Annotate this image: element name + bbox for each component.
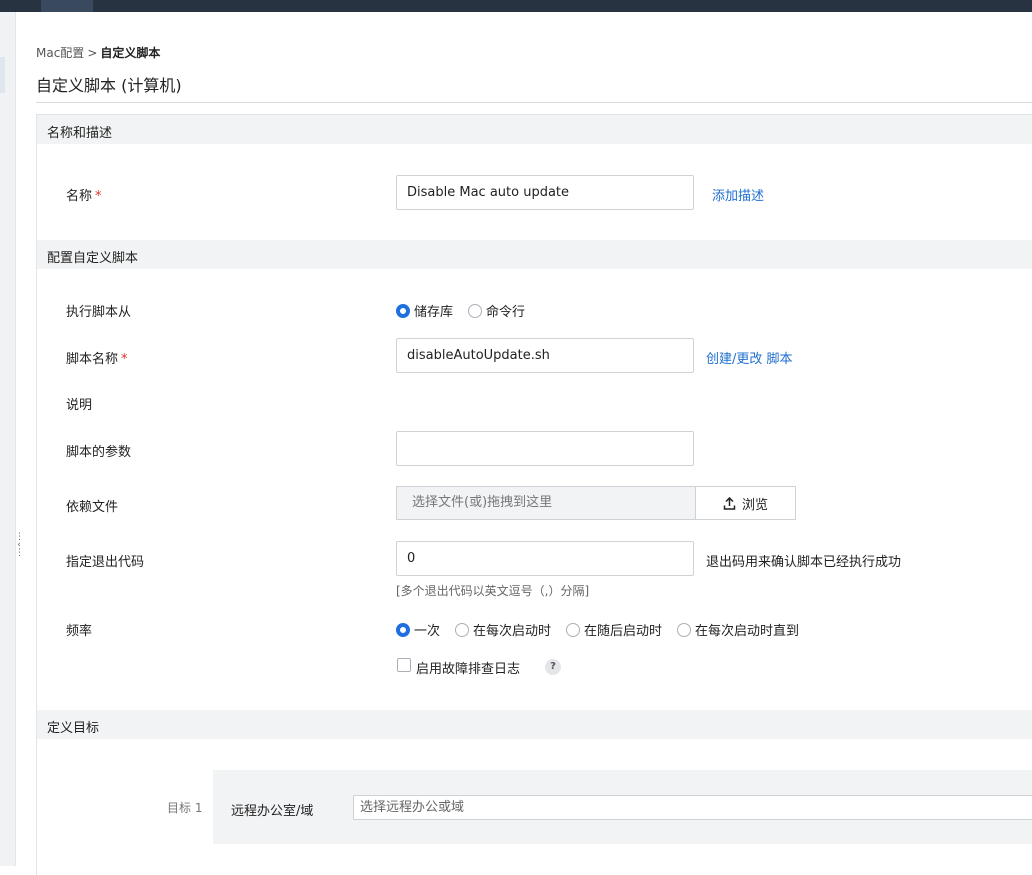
script-args-label: 脚本的参数 bbox=[66, 445, 132, 460]
upload-icon bbox=[723, 496, 736, 510]
execute-from-label: 执行脚本从 bbox=[66, 305, 132, 320]
radio-frequency-every-startup[interactable]: 在每次启动时 bbox=[455, 620, 551, 639]
radio-frequency-next-startup[interactable]: 在随后启动时 bbox=[566, 620, 662, 639]
section-header-configure: 配置自定义脚本 bbox=[37, 240, 1032, 269]
troubleshoot-label: 启用故障排查日志 bbox=[416, 662, 521, 677]
radio-unselected-icon bbox=[455, 622, 469, 637]
script-name-input[interactable]: disableAutoUpdate.sh bbox=[396, 338, 694, 373]
name-label-text: 名称 bbox=[66, 189, 93, 204]
radio-label: 在随后启动时 bbox=[584, 624, 663, 639]
breadcrumb: Mac配置 > 自定义脚本 bbox=[36, 44, 160, 61]
radio-selected-icon bbox=[396, 303, 410, 318]
breadcrumb-separator: > bbox=[87, 46, 98, 60]
section-header-targets: 定义目标 bbox=[37, 710, 1032, 739]
exit-code-hint: [多个退出代码以英文逗号（,）分隔] bbox=[396, 584, 590, 598]
radio-frequency-once[interactable]: 一次 bbox=[396, 620, 440, 639]
radio-repository[interactable]: 储存库 bbox=[396, 301, 453, 320]
radio-label: 命令行 bbox=[486, 305, 526, 320]
script-args-input[interactable] bbox=[396, 431, 694, 466]
dependency-label: 依赖文件 bbox=[66, 500, 119, 515]
top-navigation-bar bbox=[0, 0, 1032, 12]
radio-command-line[interactable]: 命令行 bbox=[468, 301, 525, 320]
panel-collapse-handle-icon[interactable]: ⋮ ‹ ⋮ bbox=[15, 533, 24, 559]
title-divider bbox=[36, 102, 1032, 103]
radio-unselected-icon bbox=[566, 622, 580, 637]
name-input[interactable]: Disable Mac auto update bbox=[396, 175, 694, 210]
name-label: 名称 * bbox=[66, 185, 102, 204]
required-mark: * bbox=[121, 352, 128, 367]
browse-button[interactable]: 浏览 bbox=[695, 486, 796, 520]
create-modify-script-link[interactable]: 创建/更改 脚本 bbox=[706, 348, 793, 367]
section-title: 名称和描述 bbox=[47, 126, 113, 141]
frequency-label: 频率 bbox=[66, 624, 93, 639]
remote-office-select[interactable]: 选择远程办公或域 bbox=[353, 795, 1032, 820]
radio-frequency-until[interactable]: 在每次启动时直到 bbox=[677, 620, 799, 639]
section-title: 定义目标 bbox=[47, 721, 100, 736]
radio-label: 一次 bbox=[414, 624, 441, 639]
radio-selected-icon bbox=[396, 622, 410, 637]
browse-label: 浏览 bbox=[741, 497, 768, 513]
breadcrumb-current: 自定义脚本 bbox=[100, 46, 161, 60]
left-sidebar-rail bbox=[0, 12, 16, 866]
radio-label: 储存库 bbox=[414, 305, 454, 320]
help-icon[interactable]: ? bbox=[545, 659, 561, 675]
script-name-label-text: 脚本名称 bbox=[66, 352, 119, 367]
target-index-label: 目标 1 bbox=[167, 801, 203, 815]
add-description-link[interactable]: 添加描述 bbox=[712, 185, 764, 204]
exit-code-label: 指定退出代码 bbox=[66, 555, 145, 570]
radio-label: 在每次启动时 bbox=[473, 624, 552, 639]
required-mark: * bbox=[95, 189, 102, 204]
exit-code-input[interactable]: 0 bbox=[396, 541, 694, 576]
section-title: 配置自定义脚本 bbox=[47, 251, 139, 266]
radio-unselected-icon bbox=[468, 303, 482, 318]
target-type-label: 远程办公室/域 bbox=[231, 804, 314, 819]
radio-label: 在每次启动时直到 bbox=[695, 624, 800, 639]
section-header-name-desc: 名称和描述 bbox=[37, 115, 1032, 144]
troubleshoot-checkbox[interactable] bbox=[397, 658, 411, 672]
breadcrumb-parent-link[interactable]: Mac配置 bbox=[36, 46, 84, 60]
top-nav-active-tab[interactable] bbox=[41, 0, 93, 12]
file-drop-zone[interactable]: 选择文件(或)拖拽到这里 bbox=[396, 486, 696, 520]
radio-unselected-icon bbox=[677, 622, 691, 637]
exit-code-note: 退出码用来确认脚本已经执行成功 bbox=[706, 555, 902, 570]
description-label: 说明 bbox=[66, 398, 93, 413]
sidebar-selected-item[interactable] bbox=[0, 57, 5, 93]
page-title: 自定义脚本 (计算机) bbox=[36, 76, 182, 95]
script-name-label: 脚本名称 * bbox=[66, 348, 128, 367]
